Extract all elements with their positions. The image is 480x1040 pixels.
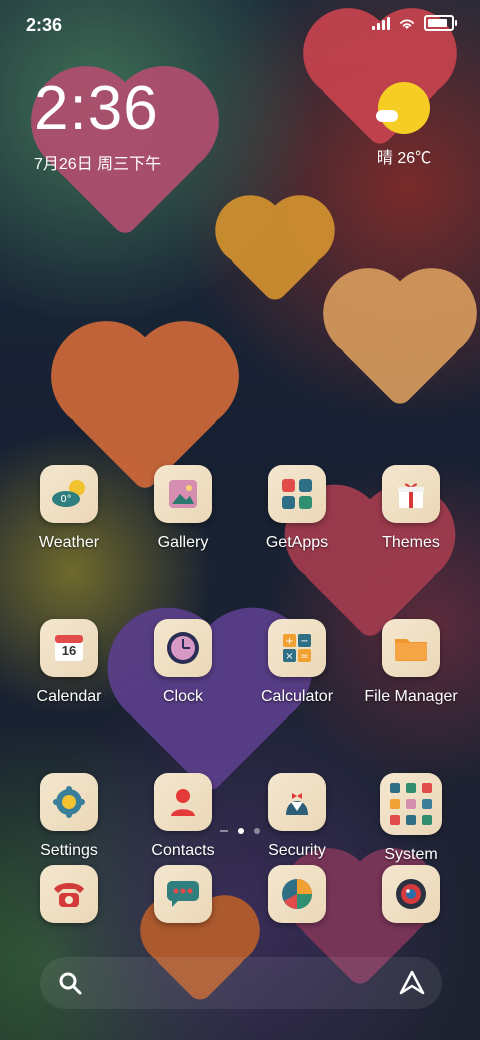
battery-icon [424,15,457,31]
calendar-date: 16 [61,643,77,659]
signal-icon [372,16,390,30]
app-label: Calendar [36,688,102,706]
app-calendar[interactable]: 16 Calendar [14,619,124,706]
gallery-icon [154,465,212,523]
app-row: Settings Contacts Security System [0,773,480,864]
app-clock[interactable]: Clock [128,619,238,706]
folder-icon [382,619,440,678]
app-settings[interactable]: Settings [14,773,124,864]
dock-messages[interactable] [128,865,238,923]
person-icon [154,773,212,832]
app-themes[interactable]: Themes [356,465,466,552]
app-label: Settings [40,842,98,860]
search-bar[interactable] [40,957,442,1009]
gear-icon [40,773,98,832]
app-label: Clock [162,688,203,706]
app-calculator[interactable]: + − × = Calculator [242,619,352,706]
weather-temperature: 26℃ [397,150,432,167]
folder-grid-icon [380,773,442,836]
app-label: GetApps [265,534,329,551]
svg-text:+: + [285,636,293,647]
clock-time: 2:36 [34,74,159,143]
app-label: Calculator [260,688,334,706]
wallpaper-heart [336,281,464,409]
dock-camera[interactable] [356,865,466,923]
svg-text:0°: 0° [60,494,71,505]
weather-icon: 0° [40,465,98,523]
page-dot [254,828,260,834]
svg-text:−: − [300,636,308,647]
gift-icon [382,465,440,523]
phone-icon [40,865,98,923]
status-icons [372,15,457,31]
weather-condition: 晴 [376,150,393,167]
status-bar: 2:36 [0,0,480,50]
app-label: Themes [382,534,440,551]
app-label: Contacts [151,842,215,860]
svg-text:=: = [300,651,308,662]
battery-fill [428,19,447,27]
app-getapps[interactable]: GetApps [242,465,352,552]
app-label: System [384,846,438,864]
page-dot-active [238,828,244,834]
app-grid: 0° Weather Gallery GetApps Themes 16 Cal… [0,465,480,932]
app-label: Gallery [157,534,209,551]
status-time: 2:36 [26,15,63,35]
app-weather[interactable]: 0° Weather [14,465,124,552]
clock-icon [154,619,212,678]
assistant-icon[interactable] [398,969,426,997]
page-indicator[interactable] [0,828,480,834]
search-icon[interactable] [56,969,84,997]
svg-text:×: × [285,651,293,662]
weather-widget[interactable]: 晴 26℃ [364,82,444,168]
app-label: Weather [38,534,100,551]
pie-chart-icon [268,865,326,923]
page-indicator-bar [220,830,228,832]
messages-icon [154,865,212,923]
app-row: 0° Weather Gallery GetApps Themes [0,465,480,552]
app-label: Security [268,842,326,860]
dock [0,865,480,923]
weather-summary: 晴 26℃ [364,144,444,168]
wifi-icon [400,19,414,29]
clock-date: 7月26日 周三下午 [34,156,162,173]
calculator-icon: + − × = [268,619,326,678]
app-gallery[interactable]: Gallery [128,465,238,552]
wallpaper-heart [225,205,325,305]
app-contacts[interactable]: Contacts [128,773,238,864]
dock-row [0,865,480,923]
app-row: 16 Calendar Clock + − × = Calculator Fil… [0,619,480,706]
dock-phone[interactable] [14,865,124,923]
sun-icon [376,82,430,134]
security-icon [268,773,326,832]
app-file-manager[interactable]: File Manager [356,619,466,706]
app-system-folder[interactable]: System [356,773,466,864]
getapps-icon [268,465,326,523]
app-label: File Manager [364,688,458,706]
camera-icon [382,865,440,923]
app-security[interactable]: Security [242,773,352,864]
cloud-icon [376,110,398,122]
dock-stats[interactable] [242,865,352,923]
clock-widget[interactable]: 2:36 7月26日 周三下午 [34,78,161,174]
calendar-icon: 16 [40,619,98,678]
